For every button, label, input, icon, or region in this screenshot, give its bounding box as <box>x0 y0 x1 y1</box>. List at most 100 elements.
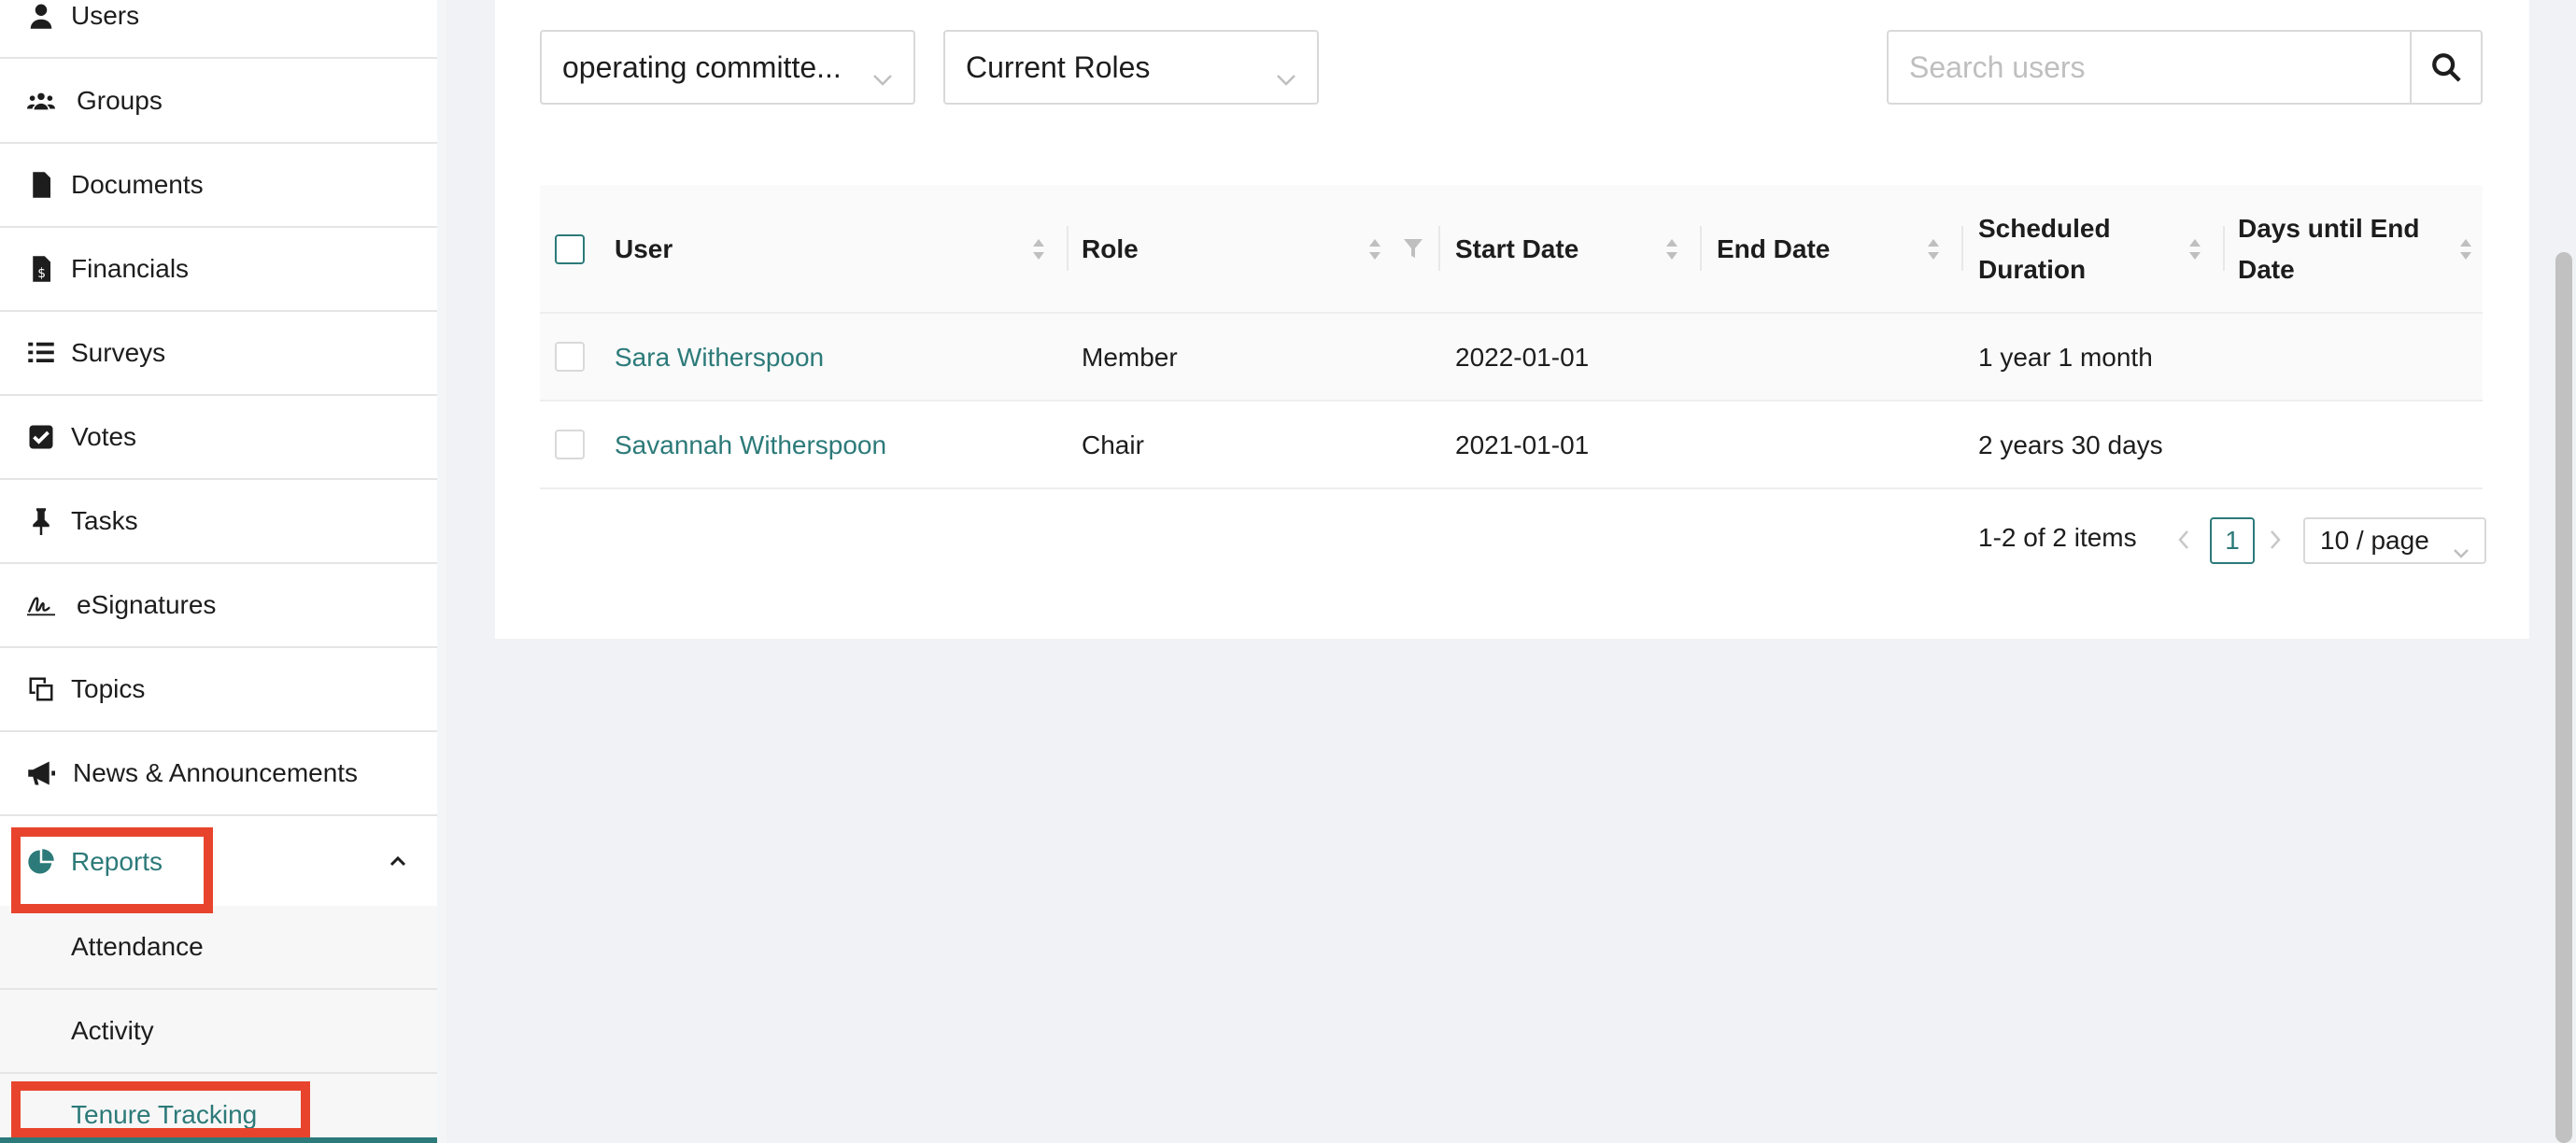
column-divider <box>1438 226 1440 271</box>
search-input[interactable] <box>1887 30 2411 105</box>
sidebar-item-label: Reports <box>71 847 163 876</box>
role-cell: Chair <box>1082 430 1144 459</box>
sidebar-item-groups[interactable]: Groups <box>0 60 437 144</box>
pin-icon <box>22 502 60 540</box>
list-icon <box>22 334 60 372</box>
sidebar-item-esignatures[interactable]: eSignatures <box>0 564 437 648</box>
sidebar-item-topics[interactable]: Topics <box>0 648 437 732</box>
sidebar-item-label: Documents <box>71 170 204 199</box>
next-page-icon[interactable] <box>2268 529 2286 553</box>
search-bar <box>1887 30 2483 105</box>
svg-text:$: $ <box>37 266 46 281</box>
pie-chart-icon <box>22 843 60 881</box>
sort-icon[interactable] <box>2187 235 2202 263</box>
topics-icon <box>22 670 60 708</box>
column-header-role[interactable]: Role <box>1082 185 1139 314</box>
user-link[interactable]: Sara Witherspoon <box>615 314 824 402</box>
column-header-label: User <box>615 234 673 263</box>
sidebar-item-votes[interactable]: Votes <box>0 396 437 480</box>
sidebar-divider <box>437 0 446 1143</box>
sort-icon[interactable] <box>1664 235 1679 263</box>
duration-cell: 2 years 30 days <box>1978 430 2163 459</box>
sort-icon[interactable] <box>1926 235 1941 263</box>
group-select-value: operating committe... <box>562 49 842 84</box>
filter-icon[interactable] <box>1403 237 1423 260</box>
role-cell: Member <box>1082 343 1178 372</box>
document-icon <box>22 166 60 204</box>
sidebar-subitem-label: Attendance <box>71 932 204 961</box>
signature-icon <box>22 586 60 624</box>
sidebar-subitem-label: Activity <box>71 1016 154 1045</box>
row-checkbox[interactable] <box>555 342 585 372</box>
sidebar-item-label: eSignatures <box>77 590 217 619</box>
column-header-label: Role <box>1082 234 1139 263</box>
pagination-total: 1-2 of 2 items <box>1978 523 2137 552</box>
sidebar-subitem-label: Tenure Tracking <box>71 1100 258 1129</box>
row-checkbox[interactable] <box>555 430 585 459</box>
sidebar-item-label: Groups <box>77 86 163 115</box>
groups-icon <box>22 82 60 120</box>
column-header-end-date[interactable]: End Date <box>1717 185 1830 314</box>
duration-cell: 1 year 1 month <box>1978 343 2153 372</box>
sidebar-item-label: Surveys <box>71 338 166 367</box>
sidebar-subitem-activity[interactable]: Activity <box>0 990 437 1074</box>
sidebar-item-users[interactable]: Users <box>0 0 437 59</box>
column-header-days-until-end[interactable]: Days until End Date <box>2238 185 2462 314</box>
start-date-cell: 2022-01-01 <box>1455 343 1590 372</box>
sort-icon[interactable] <box>1367 235 1382 263</box>
start-date-cell: 2021-01-01 <box>1455 430 1590 459</box>
sidebar-item-documents[interactable]: Documents <box>0 144 437 228</box>
sidebar-item-tasks[interactable]: Tasks <box>0 480 437 564</box>
checkbox-icon <box>22 418 60 456</box>
column-divider <box>2223 226 2225 271</box>
sidebar-item-reports[interactable]: Reports <box>0 818 437 906</box>
scrollbar-track <box>2548 0 2576 1143</box>
column-header-label: End Date <box>1717 234 1831 263</box>
search-icon <box>2432 53 2461 82</box>
table-row: Savannah Witherspoon Chair 2021-01-01 2 … <box>540 402 2483 489</box>
scrollbar-thumb[interactable] <box>2555 252 2572 1143</box>
active-indicator <box>0 1137 446 1143</box>
column-divider <box>1961 226 1963 271</box>
table-row: Sara Witherspoon Member 2022-01-01 1 yea… <box>540 314 2483 402</box>
sidebar-subitem-attendance[interactable]: Attendance <box>0 906 437 990</box>
column-header-scheduled-duration[interactable]: Scheduled Duration <box>1978 185 2184 314</box>
sidebar-item-label: Tasks <box>71 506 138 535</box>
sidebar-item-label: Financials <box>71 254 190 283</box>
sidebar-item-label: Votes <box>71 422 137 451</box>
sort-icon[interactable] <box>1031 235 1046 263</box>
sort-icon[interactable] <box>2458 235 2473 263</box>
sidebar-item-label: Topics <box>71 674 146 703</box>
column-header-label: Scheduled Duration <box>1978 214 2111 284</box>
column-header-user[interactable]: User <box>615 185 672 314</box>
sidebar-subitem-tenure-tracking[interactable]: Tenure Tracking <box>0 1074 437 1143</box>
page-size-select[interactable]: 10 / page <box>2303 517 2486 564</box>
column-header-start-date[interactable]: Start Date <box>1455 185 1578 314</box>
sidebar: Users Groups Documents $ Financials Surv… <box>0 0 446 1143</box>
user-icon <box>22 0 60 35</box>
page-size-value: 10 / page <box>2320 526 2429 555</box>
search-button[interactable] <box>2410 30 2483 105</box>
sidebar-item-label: Users <box>71 1 140 30</box>
column-header-label: Start Date <box>1455 234 1579 263</box>
megaphone-icon <box>22 755 60 792</box>
sidebar-item-surveys[interactable]: Surveys <box>0 312 437 396</box>
select-all-checkbox[interactable] <box>555 234 585 264</box>
main-content-card: operating committe... Current Roles User <box>495 0 2529 639</box>
column-divider <box>1700 226 1702 271</box>
chevron-up-icon[interactable] <box>387 849 409 871</box>
sidebar-item-label: News & Announcements <box>73 758 359 787</box>
chevron-down-icon <box>2453 536 2470 566</box>
page-1-button[interactable]: 1 <box>2210 517 2255 564</box>
roles-select[interactable]: Current Roles <box>943 30 1319 105</box>
column-divider <box>1067 226 1069 271</box>
prev-page-icon[interactable] <box>2176 529 2195 553</box>
sidebar-item-news[interactable]: News & Announcements <box>0 732 437 816</box>
group-select[interactable]: operating committe... <box>540 30 915 105</box>
user-link[interactable]: Savannah Witherspoon <box>615 402 886 489</box>
chevron-down-icon <box>1276 60 1296 86</box>
financials-icon: $ <box>22 250 60 288</box>
table-header: User Role Start Date End Date Scheduled … <box>540 185 2483 314</box>
column-header-label: Days until End Date <box>2238 214 2420 284</box>
sidebar-item-financials[interactable]: $ Financials <box>0 228 437 312</box>
